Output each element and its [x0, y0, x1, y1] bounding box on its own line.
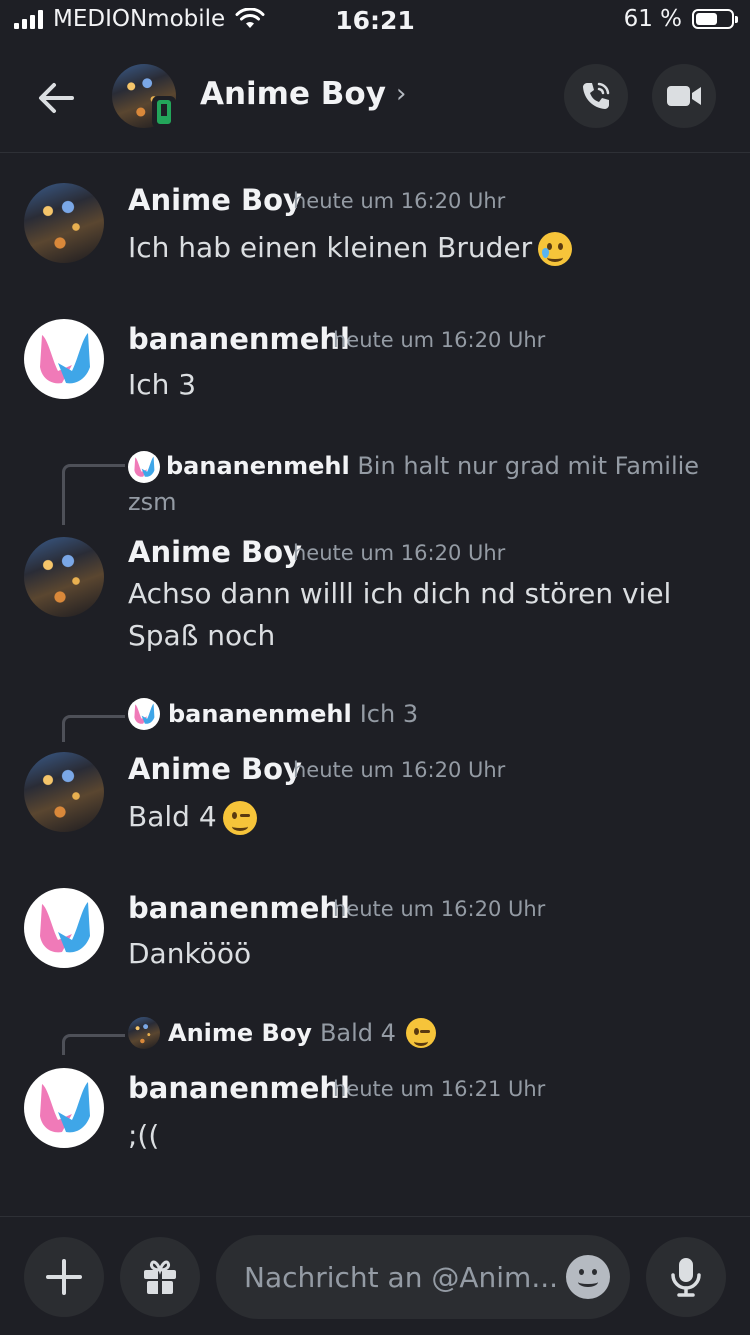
- message-timestamp: heute um 16:20 Uhr: [293, 758, 506, 782]
- chat-header: Anime Boy ›: [0, 44, 750, 153]
- battery-icon: [692, 9, 738, 29]
- reply-author: bananenmehl: [166, 452, 350, 480]
- avatar-bananenmehl[interactable]: [24, 319, 104, 399]
- crying-face-emoji-icon: [538, 232, 573, 266]
- winking-face-emoji-icon: [222, 801, 257, 835]
- reply-connector: [62, 464, 125, 525]
- message-content[interactable]: Ich 3: [128, 364, 196, 406]
- smiley-icon: [579, 1269, 584, 1275]
- reply-avatar: [128, 698, 160, 730]
- message-timestamp: heute um 16:20 Uhr: [293, 189, 506, 213]
- channel-title[interactable]: Anime Boy ›: [200, 76, 406, 112]
- message-author[interactable]: Anime Boy: [128, 535, 302, 569]
- message-timestamp: heute um 16:20 Uhr: [333, 897, 546, 921]
- message-author[interactable]: Anime Boy: [128, 183, 302, 217]
- reply-connector: [62, 1034, 125, 1055]
- gift-button[interactable]: [120, 1237, 200, 1317]
- message-timestamp: heute um 16:21 Uhr: [333, 1077, 546, 1101]
- reply-preview[interactable]: Anime Boy Bald 4: [128, 1017, 436, 1049]
- message-timestamp: heute um 16:20 Uhr: [333, 328, 546, 352]
- reply-author: bananenmehl: [168, 700, 352, 728]
- phone-icon: [583, 82, 610, 109]
- avatar-bananenmehl[interactable]: [24, 1068, 104, 1148]
- reply-preview[interactable]: bananenmehl Ich 3: [128, 698, 418, 730]
- microphone-icon: [671, 1258, 701, 1297]
- message-content[interactable]: Ich hab einen kleinen Bruder: [128, 227, 573, 269]
- status-bar: MEDIONmobile 16:21 61 %: [0, 0, 750, 44]
- message-author[interactable]: bananenmehl: [128, 891, 350, 925]
- message-author[interactable]: bananenmehl: [128, 1071, 350, 1105]
- video-camera-icon: [667, 86, 701, 106]
- reply-avatar: [128, 1017, 160, 1049]
- arrow-left-icon: [39, 83, 74, 113]
- avatar-bananenmehl[interactable]: [24, 888, 104, 968]
- reply-author: Anime Boy: [168, 1019, 312, 1047]
- message-author[interactable]: bananenmehl: [128, 322, 350, 356]
- gift-icon: [144, 1260, 176, 1294]
- reply-text: Ich 3: [359, 700, 419, 728]
- reply-text: Bald 4: [319, 1019, 396, 1047]
- add-attachment-button[interactable]: [24, 1237, 104, 1317]
- hands-avatar-image: [40, 333, 90, 384]
- reply-connector: [62, 715, 125, 742]
- message-content[interactable]: ;((: [128, 1115, 159, 1157]
- avatar-anime-boy[interactable]: [24, 752, 104, 832]
- message-input-placeholder: Nachricht an @Anim...: [244, 1260, 559, 1294]
- emoji-picker-button[interactable]: [566, 1255, 610, 1299]
- header-title-text: Anime Boy: [200, 76, 386, 112]
- reply-preview[interactable]: bananenmehl Bin halt nur grad mit Famili…: [128, 448, 728, 520]
- status-right: 61 %: [623, 6, 738, 32]
- chevron-right-icon: ›: [395, 79, 407, 109]
- winking-face-emoji-icon: [405, 1018, 436, 1048]
- message-timestamp: heute um 16:20 Uhr: [293, 541, 506, 565]
- back-button[interactable]: [32, 74, 80, 122]
- plus-icon: [46, 1259, 82, 1295]
- avatar-anime-boy[interactable]: [24, 183, 104, 263]
- avatar-anime-boy[interactable]: [24, 537, 104, 617]
- message-content[interactable]: Achso dann willl ich dich nd stören viel…: [128, 573, 708, 657]
- message-text: Ich hab einen kleinen Bruder: [128, 231, 533, 264]
- message-content[interactable]: Dankööö: [128, 933, 251, 975]
- battery-level: [696, 13, 717, 25]
- message-text: Bald 4: [128, 800, 217, 833]
- reply-avatar: [128, 451, 160, 483]
- message-input[interactable]: Nachricht an @Anim...: [216, 1235, 630, 1319]
- message-composer: Nachricht an @Anim...: [0, 1216, 750, 1335]
- hands-avatar-image: [40, 902, 90, 953]
- mobile-status-icon: [152, 96, 176, 128]
- hands-avatar-image: [40, 1082, 90, 1133]
- battery-percent: 61 %: [623, 6, 682, 32]
- voice-message-button[interactable]: [646, 1237, 726, 1317]
- video-call-button[interactable]: [652, 64, 716, 128]
- message-author[interactable]: Anime Boy: [128, 752, 302, 786]
- message-content[interactable]: Bald 4: [128, 796, 257, 838]
- voice-call-button[interactable]: [564, 64, 628, 128]
